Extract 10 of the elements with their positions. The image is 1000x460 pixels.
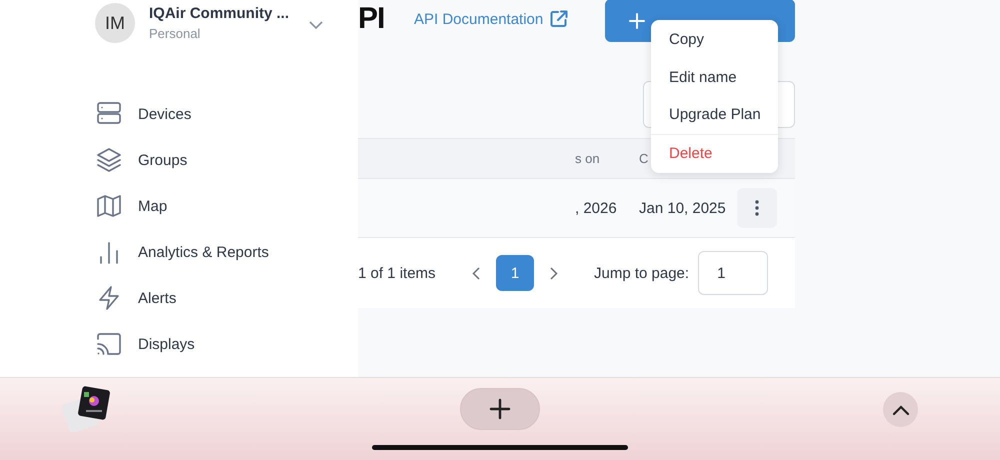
item-count: 1 of 1 items bbox=[358, 264, 437, 282]
account-plan: Personal bbox=[149, 26, 202, 41]
column-header: C bbox=[639, 151, 648, 166]
table-cell: , 2026 bbox=[575, 200, 617, 216]
table-cell: Jan 10, 2025 bbox=[639, 200, 726, 216]
avatar: IM bbox=[95, 3, 135, 43]
page-title: PI bbox=[358, 1, 386, 36]
account-name: IQAir Community ... bbox=[149, 5, 290, 22]
column-header: s on bbox=[575, 151, 600, 166]
jump-label: Jump to page: bbox=[594, 264, 690, 282]
